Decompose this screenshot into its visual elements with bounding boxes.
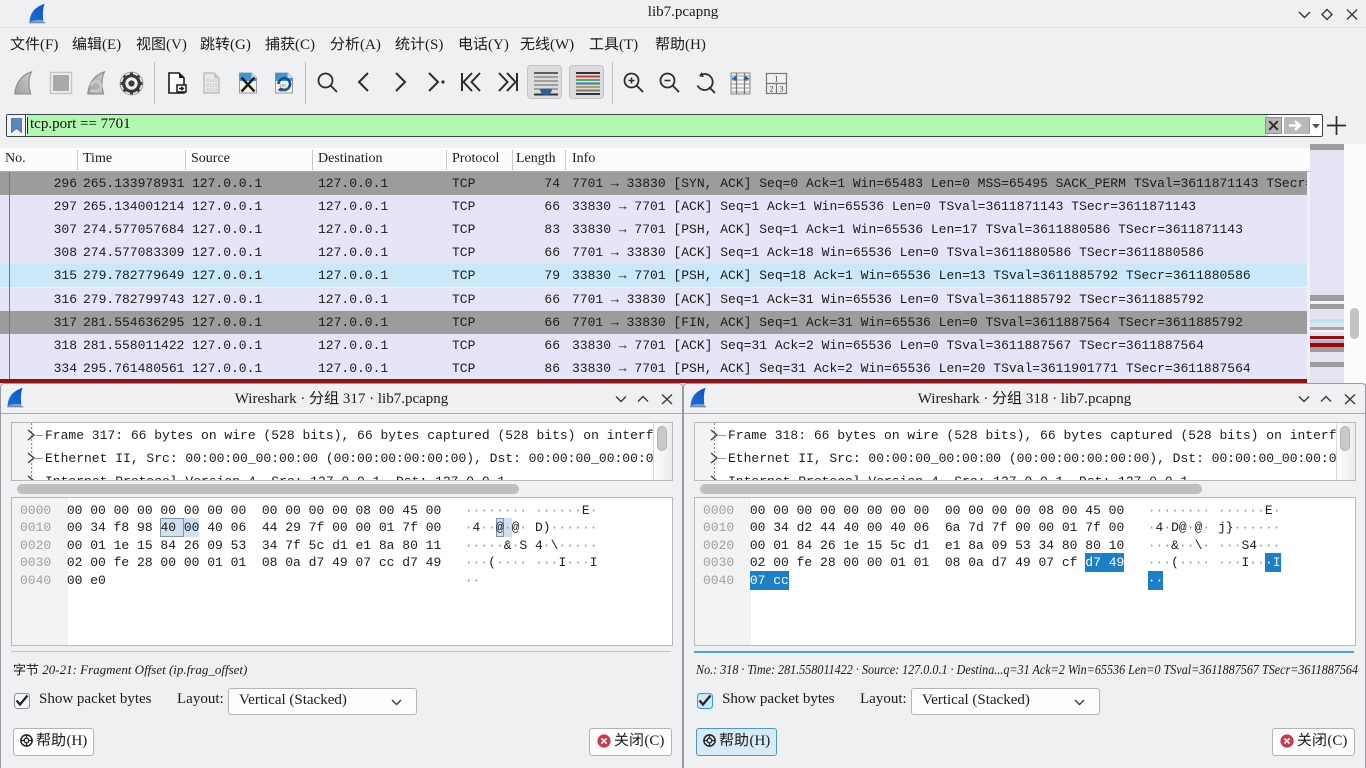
svg-text:3: 3 — [780, 85, 784, 94]
svg-text:1: 1 — [775, 75, 779, 84]
svg-text:0111: 0111 — [207, 87, 218, 93]
svg-text:2: 2 — [770, 85, 774, 94]
